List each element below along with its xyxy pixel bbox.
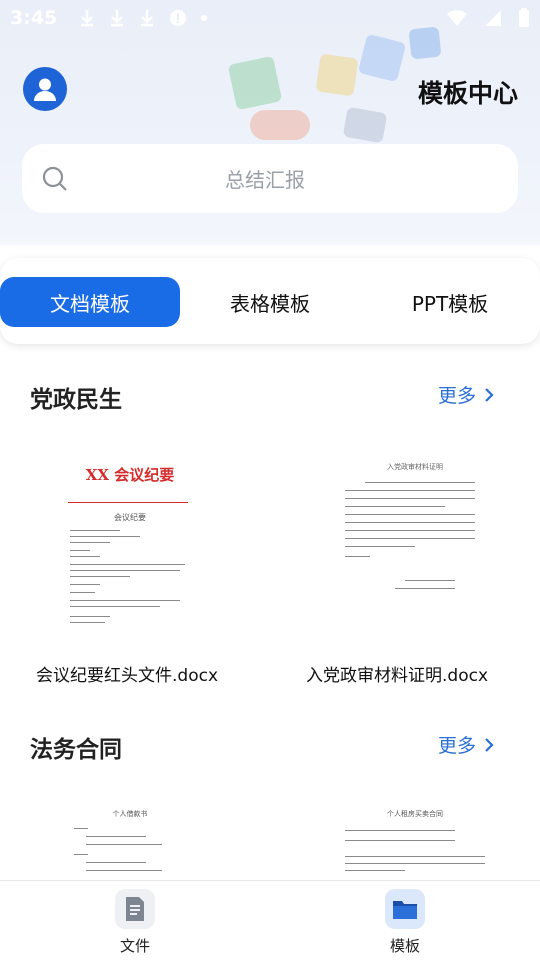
text-line [345,530,475,531]
search-bar[interactable]: 总结汇报 [22,144,518,213]
signal-icon [485,10,501,26]
bottom-navigation: 文件 模板 [0,880,540,960]
text-line [70,536,140,537]
nav-icon-container [385,889,425,929]
download-icon [141,10,154,27]
text-line [70,564,185,565]
more-label: 更多 [437,385,476,407]
text-line [345,870,405,871]
download-icon [111,10,124,27]
thumbnail-heading: 入党政审材料证明 [387,463,443,471]
document-thumbnail[interactable]: 个人借款书 [40,800,220,880]
text-line [365,482,475,483]
thumbnail-heading: 个人租房买卖合同 [387,810,443,818]
nav-icon-container [115,889,155,929]
text-line [70,592,95,593]
tab-document-templates[interactable]: 文档模板 [0,277,180,327]
decorative-file-icon [315,53,359,97]
text-line [405,580,455,581]
text-line [345,522,475,523]
thumbnail-heading: XX 会议纪要 [85,466,175,484]
text-line [86,870,162,871]
user-avatar-button[interactable] [23,67,67,111]
text-line [395,588,455,589]
text-line [74,854,88,855]
nav-item-files[interactable]: 文件 [95,889,175,956]
nav-item-templates[interactable]: 模板 [365,889,445,956]
tab-ppt-templates[interactable]: PPT模板 [360,277,540,327]
more-label: 更多 [437,735,476,757]
folder-icon [393,901,417,919]
more-button[interactable]: 更多 [438,731,494,758]
text-line [70,622,105,623]
document-thumbnail[interactable]: XX 会议纪要 会议纪要 [40,440,220,640]
chevron-right-icon [485,387,494,402]
status-bar: 3:45 [0,0,540,36]
text-line [70,530,120,531]
text-line [70,570,180,571]
text-line [86,862,146,863]
text-line [345,546,415,547]
text-line [345,840,455,841]
text-line [70,576,130,577]
text-line [74,828,88,829]
text-line [70,606,160,607]
thumbnail-subheading: 会议纪要 [114,513,146,522]
text-line [345,863,485,864]
decorative-spreadsheet-icon [227,55,283,111]
text-line [345,538,475,539]
text-line [345,856,485,857]
search-icon [42,166,67,191]
text-line [70,556,100,557]
wifi-icon [447,10,467,26]
tab-spreadsheet-templates[interactable]: 表格模板 [180,277,360,327]
red-divider [68,502,188,503]
text-line [345,514,475,515]
document-name[interactable]: 会议纪要红头文件.docx [36,661,218,686]
download-icon [81,10,94,27]
user-icon [34,78,56,101]
search-placeholder: 总结汇报 [225,168,305,192]
text-line [345,506,445,507]
text-line [345,830,455,831]
document-thumbnail[interactable]: 入党政审材料证明 [325,440,505,640]
battery-icon [519,8,529,27]
document-name[interactable]: 入党政审材料证明.docx [306,661,488,686]
text-line [70,550,90,551]
status-time: 3:45 [10,7,58,29]
text-line [70,542,110,543]
dot-icon [201,15,208,21]
alert-icon [170,10,187,26]
text-line [86,836,146,837]
section-title: 法务合同 [30,737,122,763]
text-line [70,616,110,617]
chevron-right-icon [485,737,494,752]
text-line [345,490,475,491]
text-line [345,556,370,557]
nav-label: 模板 [389,937,420,955]
thumbnail-heading: 个人借款书 [112,810,148,818]
more-button[interactable]: 更多 [438,381,494,408]
document-icon [126,897,144,921]
decorative-shape [250,110,310,140]
text-line [86,844,162,845]
nav-label: 文件 [119,937,150,955]
page-title: 模板中心 [417,79,518,108]
decorative-doc-icon [357,33,407,83]
text-line [70,600,180,601]
template-tabs: 文档模板 表格模板 PPT模板 [0,258,540,344]
document-thumbnail[interactable]: 个人租房买卖合同 [325,800,505,880]
text-line [70,584,100,585]
decorative-shape [342,106,388,144]
section-title: 党政民生 [30,387,122,413]
text-line [345,498,475,499]
